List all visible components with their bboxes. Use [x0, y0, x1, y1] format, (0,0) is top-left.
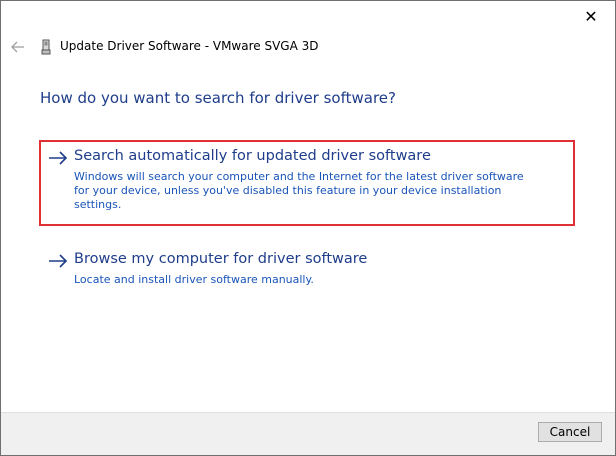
update-driver-dialog: ✕ Update Driver Software - VMware SVGA 3…	[0, 0, 616, 456]
option-description: Locate and install driver software manua…	[74, 273, 314, 286]
back-button[interactable]	[8, 37, 28, 57]
arrow-right-icon	[49, 151, 68, 165]
option-title: Search automatically for updated driver …	[74, 148, 431, 164]
window-title: Update Driver Software - VMware SVGA 3D	[60, 39, 319, 53]
option-description: Windows will search your computer and th…	[74, 170, 524, 211]
back-arrow-icon	[11, 41, 24, 53]
page-heading: How do you want to search for driver sof…	[40, 89, 396, 107]
close-button[interactable]: ✕	[581, 7, 601, 27]
option-title: Browse my computer for driver software	[74, 251, 368, 267]
arrow-right-icon	[49, 254, 68, 268]
cancel-button[interactable]: Cancel	[538, 422, 602, 442]
close-icon: ✕	[584, 7, 598, 26]
dialog-footer: Cancel	[1, 412, 615, 455]
device-manager-icon	[41, 39, 51, 55]
